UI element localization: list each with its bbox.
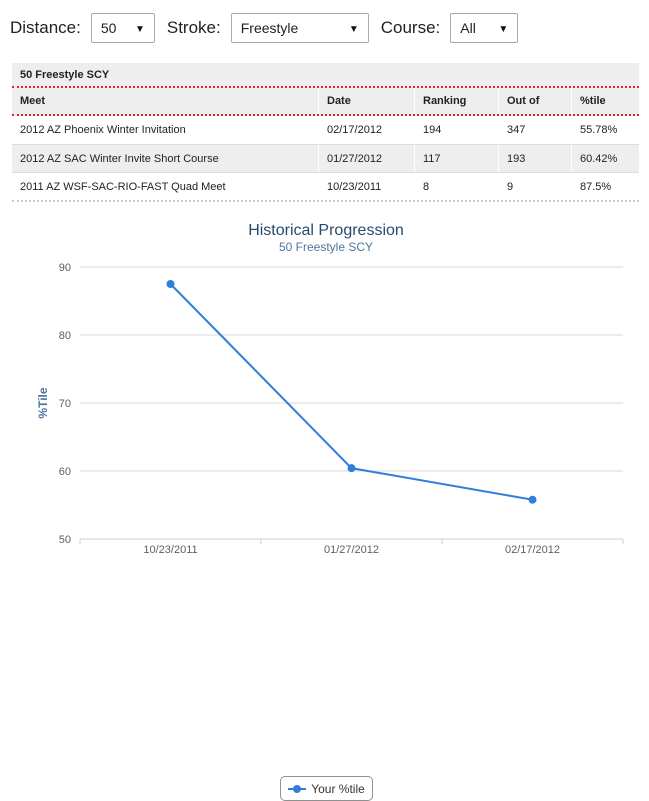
y-tick-label: 60 (59, 466, 71, 478)
column-header-ranking: Ranking (414, 88, 498, 114)
cell-date: 10/23/2011 (318, 173, 414, 200)
chevron-down-icon: ▼ (348, 24, 359, 35)
cell-meet: 2012 AZ SAC Winter Invite Short Course (20, 152, 219, 165)
cell-ranking: 117 (414, 145, 498, 172)
table-row: 2011 AZ WSF-SAC-RIO-FAST Quad Meet 10/23… (12, 172, 639, 200)
chevron-down-icon: ▼ (134, 24, 145, 35)
course-select[interactable]: All ▼ (450, 13, 519, 43)
stroke-value: Freestyle (240, 20, 299, 36)
cell-out-of: 9 (498, 173, 571, 200)
cell-date: 02/17/2012 (318, 116, 414, 144)
cell-out-of: 347 (498, 116, 571, 144)
cell-meet: 2011 AZ WSF-SAC-RIO-FAST Quad Meet (20, 180, 226, 193)
chart-legend[interactable]: Your %tile (280, 776, 373, 801)
data-point (166, 280, 175, 288)
cell-date: 01/27/2012 (318, 145, 414, 172)
filter-bar: Distance: 50 ▼ Stroke: Freestyle ▼ Cours… (10, 13, 530, 43)
stroke-select[interactable]: Freestyle ▼ (230, 13, 369, 43)
y-tick-label: 80 (59, 330, 71, 342)
distance-value: 50 (100, 20, 117, 36)
table-row: 2012 AZ Phoenix Winter Invitation 02/17/… (12, 116, 639, 144)
chart-subtitle: 50 Freestyle SCY (279, 240, 373, 254)
data-point (347, 464, 356, 473)
column-header-out-of: Out of (498, 88, 571, 114)
y-tick-label: 50 (59, 534, 71, 546)
course-value: All (460, 20, 476, 36)
cell-meet: 2012 AZ Phoenix Winter Invitation (20, 124, 186, 136)
distance-select[interactable]: 50 ▼ (90, 13, 155, 43)
legend-line-icon (288, 784, 307, 794)
cell-percentile: 60.42% (571, 145, 639, 172)
x-tick-label: 02/17/2012 (505, 544, 560, 556)
stroke-label: Stroke: (166, 18, 221, 37)
column-header-meet: Meet (20, 95, 46, 107)
cell-ranking: 8 (414, 173, 498, 200)
table-caption: 50 Freestyle SCY (12, 63, 639, 88)
table-header-row: Meet Date Ranking Out of %tile (12, 88, 639, 116)
course-label: Course: (380, 18, 441, 37)
chart-canvas: Historical Progression 50 Freestyle SCY … (36, 222, 624, 556)
cell-percentile: 55.78% (571, 116, 639, 144)
cell-percentile: 87.5% (571, 173, 639, 200)
table-row: 2012 AZ SAC Winter Invite Short Course 0… (12, 144, 639, 172)
cell-ranking: 194 (414, 116, 498, 144)
progression-chart: Historical Progression 50 Freestyle SCY … (0, 210, 649, 801)
cell-out-of: 193 (498, 145, 571, 172)
y-axis-label: %Tile (36, 387, 50, 418)
x-tick-label: 01/27/2012 (324, 544, 379, 556)
chevron-down-icon: ▼ (498, 24, 509, 35)
column-header-percentile: %tile (571, 88, 639, 114)
x-tick-label: 10/23/2011 (143, 544, 197, 556)
column-header-date: Date (318, 88, 414, 114)
data-point (528, 495, 537, 504)
y-tick-label: 70 (59, 398, 71, 410)
chart-title: Historical Progression (248, 222, 404, 239)
legend-label: Your %tile (311, 781, 365, 796)
distance-label: Distance: (10, 18, 81, 37)
y-tick-label: 90 (59, 262, 71, 274)
results-table: 50 Freestyle SCY Meet Date Ranking Out o… (12, 63, 639, 202)
